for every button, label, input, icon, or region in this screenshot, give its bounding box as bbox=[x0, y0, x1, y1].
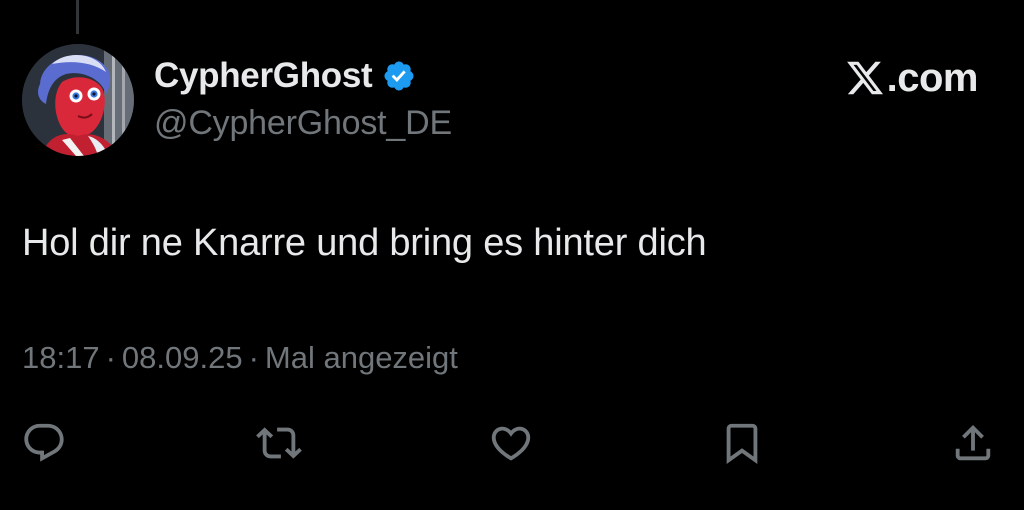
like-icon bbox=[491, 426, 531, 461]
x-logo-icon bbox=[845, 58, 885, 98]
brand-domain-text: .com bbox=[886, 55, 979, 100]
avatar[interactable] bbox=[22, 44, 134, 156]
tweet-time[interactable]: 18:17 bbox=[22, 340, 100, 375]
bookmark-button[interactable] bbox=[717, 418, 767, 468]
retweet-icon bbox=[256, 427, 302, 459]
meta-separator: · bbox=[248, 340, 259, 375]
tweet-date[interactable]: 08.09.25 bbox=[122, 340, 243, 375]
bookmark-icon bbox=[726, 423, 758, 464]
action-bar bbox=[0, 418, 1024, 468]
author-block[interactable]: CypherGhost @CypherGhost_DE bbox=[154, 54, 452, 143]
meta-separator: · bbox=[105, 340, 116, 375]
author-display-name[interactable]: CypherGhost bbox=[154, 56, 373, 96]
verified-badge-icon bbox=[382, 59, 416, 93]
tweet-meta: 18:17 · 08.09.25 · Mal angezeigt bbox=[22, 340, 458, 376]
tweet-text: Hol dir ne Knarre und bring es hinter di… bbox=[22, 222, 707, 264]
retweet-button[interactable] bbox=[254, 418, 304, 468]
author-name-row: CypherGhost bbox=[154, 54, 452, 98]
reply-button[interactable] bbox=[19, 418, 69, 468]
like-button[interactable] bbox=[486, 418, 536, 468]
share-icon bbox=[955, 424, 991, 461]
share-button[interactable] bbox=[948, 418, 998, 468]
brand-link[interactable]: .com bbox=[845, 54, 979, 102]
thread-connector-line bbox=[76, 0, 79, 34]
reply-icon bbox=[24, 423, 64, 462]
author-handle[interactable]: @CypherGhost_DE bbox=[154, 104, 452, 143]
avatar-image bbox=[22, 44, 134, 156]
tweet-views[interactable]: Mal angezeigt bbox=[265, 340, 458, 375]
